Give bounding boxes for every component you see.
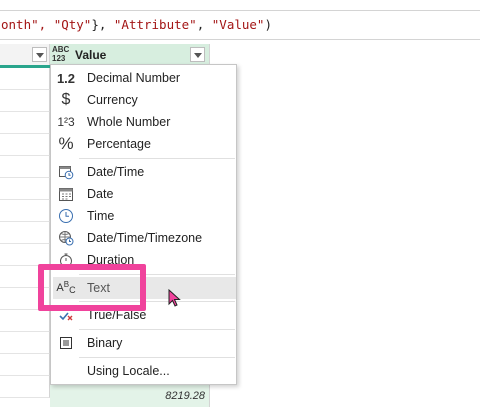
- menu-item-label: Percentage: [87, 137, 151, 151]
- formula-end: ): [264, 17, 272, 32]
- formula-qty: "Qty": [53, 17, 92, 32]
- formula-value: "Value": [211, 17, 265, 32]
- table-row[interactable]: [0, 332, 50, 354]
- menu-item-label: Date: [87, 187, 114, 201]
- highlight-box: [38, 264, 146, 311]
- mouse-cursor-icon: [168, 289, 181, 307]
- table-row[interactable]: [0, 244, 50, 266]
- filter-dropdown-icon[interactable]: [32, 47, 47, 62]
- table-row[interactable]: [0, 354, 50, 376]
- table-row[interactable]: [0, 68, 50, 90]
- menu-item-label: Time: [87, 209, 115, 223]
- percentage-icon: %: [58, 134, 74, 153]
- formula-attribute: "Attribute": [113, 17, 197, 32]
- menu-item-label: Date/Time/Timezone: [87, 231, 203, 245]
- menu-item-label: Decimal Number: [87, 71, 181, 85]
- filter-dropdown-icon[interactable]: [190, 47, 205, 62]
- menu-item-label: Binary: [87, 336, 123, 350]
- calendar-icon: [55, 183, 77, 205]
- menu-item-time[interactable]: Time: [51, 205, 236, 227]
- any-type-icon[interactable]: ABC 123: [52, 45, 69, 63]
- menu-item-using-locale[interactable]: Using Locale...: [51, 360, 236, 382]
- table-row[interactable]: [0, 222, 50, 244]
- previous-column-cells: [0, 68, 50, 407]
- calendar-clock-icon: [55, 161, 77, 183]
- menu-item-date[interactable]: Date: [51, 183, 236, 205]
- table-row[interactable]: [0, 376, 50, 398]
- menu-item-percentage[interactable]: % Percentage: [51, 133, 236, 155]
- table-row[interactable]: [0, 310, 50, 332]
- formula-brace: },: [91, 17, 114, 32]
- currency-icon: $: [61, 91, 71, 108]
- table-row[interactable]: [0, 90, 50, 112]
- menu-item-decimal-number[interactable]: 1.2 Decimal Number: [51, 67, 236, 89]
- menu-separator: [79, 329, 235, 330]
- column-header-value[interactable]: ABC 123 Value: [50, 44, 210, 66]
- table-row[interactable]: [0, 112, 50, 134]
- menu-item-label: Currency: [87, 93, 138, 107]
- globe-clock-icon: [55, 227, 77, 249]
- menu-item-label: Date/Time: [87, 165, 145, 179]
- formula-bar[interactable]: onth", "Qty"}, "Attribute", "Value"): [0, 10, 480, 40]
- menu-item-binary[interactable]: Binary: [51, 332, 236, 354]
- menu-item-label: Using Locale...: [87, 364, 170, 378]
- column-header-previous[interactable]: [0, 44, 50, 66]
- table-row[interactable]: [0, 200, 50, 222]
- clock-icon: [55, 205, 77, 227]
- whole-number-icon: 1²3: [57, 115, 75, 129]
- formula-fragment: onth",: [1, 17, 54, 32]
- menu-item-date-time[interactable]: Date/Time: [51, 161, 236, 183]
- table-row[interactable]: [0, 156, 50, 178]
- menu-item-date-time-timezone[interactable]: Date/Time/Timezone: [51, 227, 236, 249]
- formula-comma: ,: [196, 17, 212, 32]
- table-row[interactable]: [0, 134, 50, 156]
- menu-item-currency[interactable]: $ Currency: [51, 89, 236, 111]
- decimal-number-icon: 1.2: [56, 70, 76, 86]
- column-title: Value: [75, 48, 107, 62]
- cell-value[interactable]: 8219.28: [165, 390, 205, 402]
- menu-item-label: Whole Number: [87, 115, 171, 129]
- menu-item-whole-number[interactable]: 1²3 Whole Number: [51, 111, 236, 133]
- menu-separator: [79, 357, 235, 358]
- menu-separator: [79, 158, 235, 159]
- table-row[interactable]: [0, 178, 50, 200]
- binary-icon: [55, 332, 77, 354]
- data-type-menu: 1.2 Decimal Number $ Currency 1²3 Whole …: [50, 64, 237, 385]
